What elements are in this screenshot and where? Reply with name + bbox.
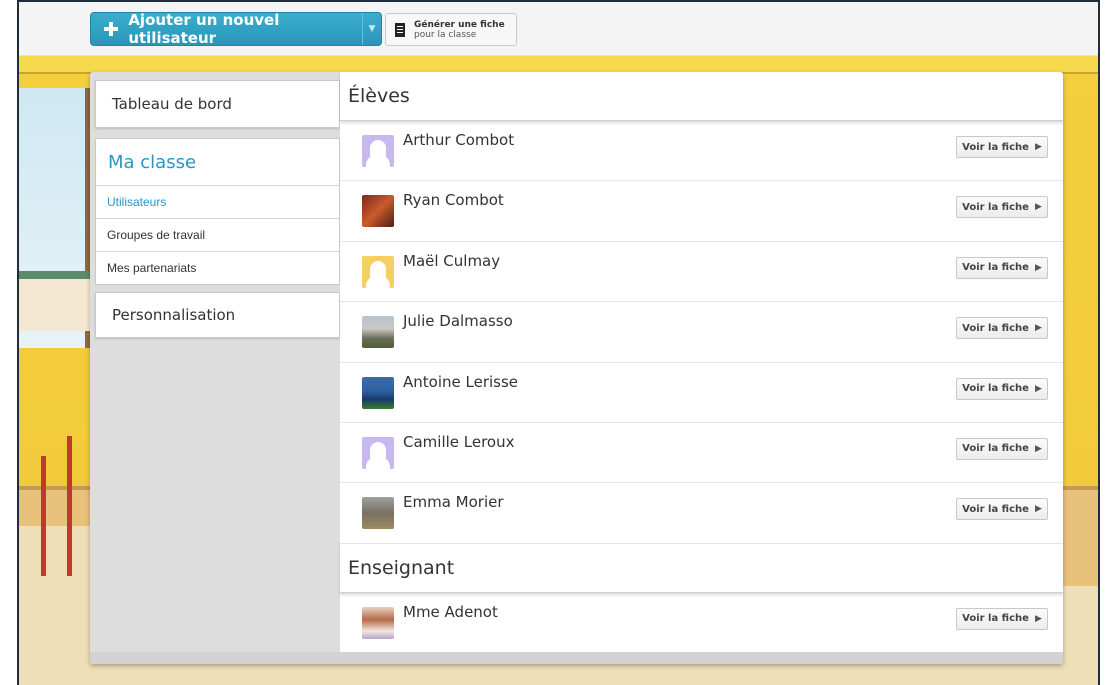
view-sheet-button[interactable]: Voir la fiche ▶ <box>956 317 1048 340</box>
view-sheet-label: Voir la fiche <box>962 613 1029 625</box>
sidebar-item-utilisateurs[interactable]: Utilisateurs <box>96 185 339 218</box>
avatar <box>362 606 394 639</box>
play-arrow-icon: ▶ <box>1034 613 1042 624</box>
view-sheet-label: Voir la fiche <box>962 383 1029 395</box>
sidebar: Tableau de bord Ma classe Utilisateurs G… <box>90 72 340 652</box>
list-item: Julie Dalmasso Voir la fiche ▶ <box>340 302 1063 363</box>
view-sheet-button[interactable]: Voir la fiche ▶ <box>956 498 1048 521</box>
view-sheet-label: Voir la fiche <box>962 141 1029 153</box>
list-item: Emma Morier Voir la fiche ▶ <box>340 483 1063 544</box>
view-sheet-label: Voir la fiche <box>962 503 1029 515</box>
avatar <box>362 195 394 228</box>
user-name: Ryan Combot <box>403 191 504 210</box>
avatar <box>362 316 394 349</box>
avatar <box>362 135 394 167</box>
add-user-label: Ajouter un nouvel utilisateur <box>128 11 280 47</box>
user-name: Mme Adenot <box>403 602 498 621</box>
avatar <box>362 376 394 409</box>
play-arrow-icon: ▶ <box>1034 443 1042 454</box>
avatar <box>362 436 394 469</box>
play-arrow-icon: ▶ <box>1034 202 1042 213</box>
view-sheet-label: Voir la fiche <box>962 262 1029 274</box>
view-sheet-label: Voir la fiche <box>962 322 1029 334</box>
users-list: Élèves Arthur Combot Voir la fiche ▶ Ryan… <box>340 72 1063 654</box>
list-item: Antoine Lerisse Voir la fiche ▶ <box>340 363 1063 423</box>
house-illustration <box>19 271 91 331</box>
user-name: Julie Dalmasso <box>403 312 513 331</box>
user-name: Arthur Combot <box>403 131 515 149</box>
generate-label-line1: Générer une fiche <box>414 19 505 30</box>
user-silhouette-icon <box>366 441 390 469</box>
sidebar-group-ma-classe: Ma classe Utilisateurs Groupes de travai… <box>95 138 340 285</box>
view-sheet-label: Voir la fiche <box>962 201 1029 213</box>
view-sheet-button[interactable]: Voir la fiche ▶ <box>956 196 1048 219</box>
user-silhouette-icon <box>366 140 390 167</box>
play-arrow-icon: ▶ <box>1034 383 1042 394</box>
top-toolbar: Ajouter un nouvel utilisateur ▼ Générer … <box>19 2 1098 56</box>
user-name: Antoine Lerisse <box>403 372 519 391</box>
list-item: Mme Adenot Voir la fiche ▶ <box>340 593 1063 654</box>
avatar <box>362 255 394 288</box>
view-sheet-button[interactable]: Voir la fiche ▶ <box>956 607 1048 630</box>
desk-illustration-right <box>1058 486 1098 586</box>
sidebar-item-ma-classe[interactable]: Ma classe <box>96 139 339 185</box>
sidebar-item-dashboard[interactable]: Tableau de bord <box>95 80 340 128</box>
app-frame: Ajouter un nouvel utilisateur ▼ Générer … <box>17 0 1100 685</box>
view-sheet-button[interactable]: Voir la fiche ▶ <box>956 377 1048 400</box>
play-arrow-icon: ▶ <box>1034 262 1042 273</box>
generate-label-line2: pour la classe <box>414 29 477 40</box>
avatar <box>362 497 394 530</box>
add-user-button[interactable]: Ajouter un nouvel utilisateur ▼ <box>90 11 382 47</box>
list-item: Camille Leroux Voir la fiche ▶ <box>340 423 1063 484</box>
document-icon <box>395 22 405 37</box>
list-item: Arthur Combot Voir la fiche ▶ <box>340 121 1063 182</box>
user-name: Emma Morier <box>403 493 504 512</box>
play-arrow-icon: ▶ <box>1034 323 1042 334</box>
section-title-enseignant: Enseignant <box>340 543 1063 593</box>
chair-leg <box>41 456 46 576</box>
play-arrow-icon: ▶ <box>1034 504 1042 515</box>
sidebar-item-groupes[interactable]: Groupes de travail <box>96 218 339 251</box>
view-sheet-button[interactable]: Voir la fiche ▶ <box>956 256 1048 279</box>
main-panel: Tableau de bord Ma classe Utilisateurs G… <box>90 72 1063 664</box>
chevron-down-icon[interactable]: ▼ <box>361 13 381 45</box>
user-name: Camille Leroux <box>403 432 515 451</box>
list-item: Ryan Combot Voir la fiche ▶ <box>340 181 1063 242</box>
view-sheet-button[interactable]: Voir la fiche ▶ <box>956 136 1048 158</box>
view-sheet-label: Voir la fiche <box>962 443 1029 455</box>
generate-class-sheet-button[interactable]: Générer une fiche pour la classe <box>385 13 517 46</box>
section-title-eleves: Élèves <box>340 72 1063 121</box>
panel-bottom-bar <box>90 652 1063 664</box>
plus-icon <box>103 21 119 37</box>
view-sheet-button[interactable]: Voir la fiche ▶ <box>956 437 1048 460</box>
sidebar-item-partenariats[interactable]: Mes partenariats <box>96 251 339 284</box>
chair-leg <box>67 436 72 576</box>
user-silhouette-icon <box>366 260 390 288</box>
list-item: Maël Culmay Voir la fiche ▶ <box>340 242 1063 303</box>
play-arrow-icon: ▶ <box>1034 142 1042 152</box>
user-name: Maël Culmay <box>403 251 501 270</box>
desk-illustration <box>19 486 91 526</box>
sidebar-item-personnalisation[interactable]: Personnalisation <box>95 292 340 338</box>
